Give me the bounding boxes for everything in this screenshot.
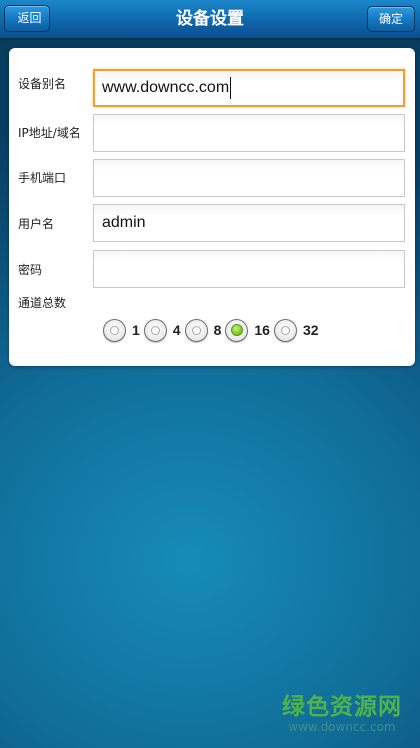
channel-option-16[interactable]: 16 xyxy=(225,318,270,342)
channel-option-label: 32 xyxy=(302,322,319,338)
page-title: 设备设置 xyxy=(176,9,244,29)
device-settings-form: 设备别名 www.downcc.com IP地址/域名 手机端口 用户名 adm… xyxy=(9,48,415,366)
device-alias-input[interactable]: www.downcc.com xyxy=(93,69,405,107)
watermark-url: www.downcc.com xyxy=(288,720,396,734)
ip-domain-label: IP地址/域名 xyxy=(18,126,81,140)
channel-count-radio-group: 1 4 8 16 32 xyxy=(103,317,323,343)
channel-count-label: 通道总数 xyxy=(18,296,67,310)
radio-button[interactable] xyxy=(143,318,167,342)
watermark-title: 绿色资源网 xyxy=(282,694,402,720)
mobile-port-input[interactable] xyxy=(93,159,405,197)
text-cursor xyxy=(230,76,232,99)
ip-domain-input[interactable] xyxy=(93,114,405,152)
confirm-button[interactable]: 确定 xyxy=(367,6,415,32)
device-alias-label: 设备别名 xyxy=(18,77,67,91)
radio-button[interactable] xyxy=(273,318,297,342)
channel-option-label: 8 xyxy=(213,322,222,338)
password-label: 密码 xyxy=(18,263,43,277)
channel-option-32[interactable]: 32 xyxy=(273,318,319,342)
password-input[interactable] xyxy=(93,250,405,288)
channel-option-label: 16 xyxy=(254,322,270,338)
watermark: 绿色资源网 www.downcc.com xyxy=(282,694,402,734)
radio-dot xyxy=(191,325,201,335)
radio-dot xyxy=(150,325,160,335)
username-label: 用户名 xyxy=(18,217,55,231)
radio-button[interactable] xyxy=(225,318,249,342)
mobile-port-label: 手机端口 xyxy=(18,171,67,185)
radio-selected-dot xyxy=(230,324,243,336)
title-bar: 返回 设备设置 确定 xyxy=(0,0,420,38)
radio-dot xyxy=(110,325,119,335)
channel-option-8[interactable]: 8 xyxy=(184,318,222,342)
username-input[interactable]: admin xyxy=(93,204,405,242)
channel-option-4[interactable]: 4 xyxy=(143,318,181,342)
channel-option-label: 4 xyxy=(172,322,181,338)
channel-option-1[interactable]: 1 xyxy=(103,318,140,342)
radio-button[interactable] xyxy=(103,318,126,342)
device-alias-value: www.downcc.com xyxy=(102,79,230,96)
radio-dot xyxy=(280,325,290,335)
radio-button[interactable] xyxy=(184,318,208,342)
channel-option-label: 1 xyxy=(132,322,140,338)
